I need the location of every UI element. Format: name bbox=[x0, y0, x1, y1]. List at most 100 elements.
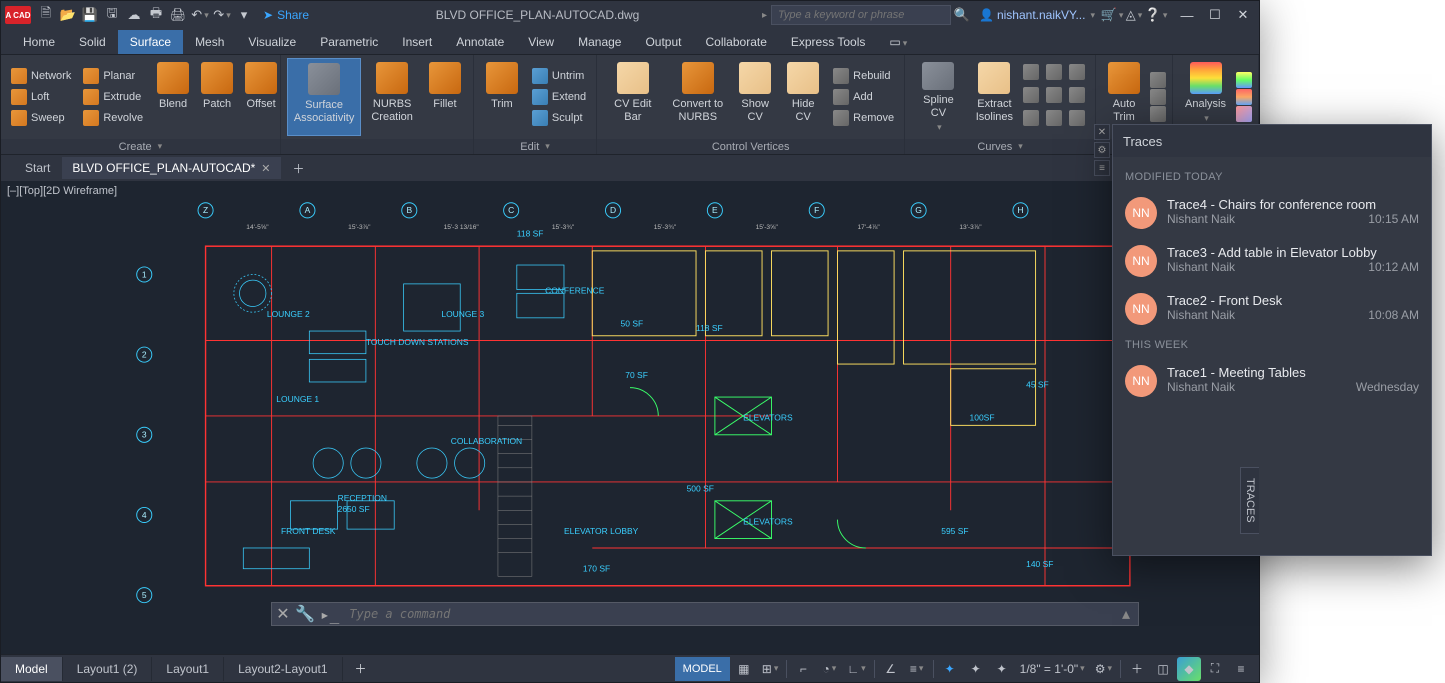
file-tab-active[interactable]: BLVD OFFICE_PLAN-AUTOCAD* ✕ bbox=[62, 157, 280, 179]
command-input[interactable] bbox=[343, 607, 1114, 621]
curve-tool-icon[interactable] bbox=[1069, 64, 1085, 80]
menu-tab-parametric[interactable]: Parametric bbox=[308, 30, 390, 54]
customize-icon[interactable]: ≡ bbox=[1229, 657, 1253, 681]
quickprops-icon[interactable]: ◫ bbox=[1151, 657, 1175, 681]
curve-tool-icon[interactable] bbox=[1069, 87, 1085, 103]
curve-tool-icon[interactable] bbox=[1046, 87, 1062, 103]
rebuild-button[interactable]: Rebuild bbox=[829, 66, 898, 86]
autodesk-icon[interactable]: ◬▾ bbox=[1123, 4, 1145, 26]
maximize-button[interactable]: ☐ bbox=[1203, 4, 1227, 26]
trace-item[interactable]: NNTrace4 - Chairs for conference roomNis… bbox=[1121, 189, 1423, 237]
iso2-icon[interactable]: ✦ bbox=[964, 657, 988, 681]
show-cv-button[interactable]: Show CV bbox=[733, 58, 777, 136]
menu-tab-express-tools[interactable]: Express Tools bbox=[779, 30, 877, 54]
snap-icon[interactable]: ⊞▾ bbox=[758, 657, 783, 681]
menu-overflow-icon[interactable]: ▭▾ bbox=[877, 30, 919, 54]
cmd-expand-icon[interactable]: ▴ bbox=[1114, 604, 1138, 624]
search-arrow-icon[interactable]: ▸ bbox=[758, 10, 771, 21]
remove-button[interactable]: Remove bbox=[829, 108, 898, 128]
sweep-button[interactable]: Sweep bbox=[7, 108, 75, 128]
grid-icon[interactable]: ▦ bbox=[732, 657, 756, 681]
qat-print-icon[interactable]: 🖨 bbox=[167, 4, 189, 26]
revolve-button[interactable]: Revolve bbox=[79, 108, 147, 128]
help-icon[interactable]: ❔▾ bbox=[1145, 4, 1167, 26]
curve-tool-icon[interactable] bbox=[1023, 64, 1039, 80]
menu-tab-visualize[interactable]: Visualize bbox=[236, 30, 308, 54]
proj-tool-icon[interactable] bbox=[1150, 72, 1166, 88]
qat-more-icon[interactable]: ▾ bbox=[233, 4, 255, 26]
blend-button[interactable]: Blend bbox=[151, 58, 195, 136]
sculpt-button[interactable]: Sculpt bbox=[528, 108, 590, 128]
qat-undo-icon[interactable]: ↶▾ bbox=[189, 4, 211, 26]
menu-tab-home[interactable]: Home bbox=[11, 30, 67, 54]
panel-gear-icon[interactable]: ⚙ bbox=[1094, 142, 1110, 158]
qat-redo-icon[interactable]: ↷▾ bbox=[211, 4, 233, 26]
loft-button[interactable]: Loft bbox=[7, 87, 75, 107]
spline-cv-button[interactable]: Spline CV▾ bbox=[911, 58, 966, 136]
viewport-controls[interactable]: [–][Top][2D Wireframe] bbox=[7, 185, 117, 197]
minimize-button[interactable]: — bbox=[1175, 4, 1199, 26]
layout-tab[interactable]: Layout1 (2) bbox=[63, 657, 153, 681]
convert-nurbs-button[interactable]: Convert to NURBS bbox=[666, 58, 729, 136]
add-button[interactable]: Add bbox=[829, 87, 898, 107]
qat-plot-icon[interactable]: 🖶 bbox=[145, 4, 167, 26]
navtool-icon[interactable]: ◆ bbox=[1177, 657, 1201, 681]
curve-tool-icon[interactable] bbox=[1023, 110, 1039, 126]
hide-cv-button[interactable]: Hide CV bbox=[781, 58, 825, 136]
layout-tab[interactable]: Model bbox=[1, 657, 63, 681]
close-button[interactable]: ✕ bbox=[1231, 4, 1255, 26]
curve-tool-icon[interactable] bbox=[1046, 64, 1062, 80]
proj-tool-icon[interactable] bbox=[1150, 89, 1166, 105]
offset-button[interactable]: Offset bbox=[239, 58, 283, 136]
share-button[interactable]: ➤ Share bbox=[255, 8, 317, 22]
panel-close-icon[interactable]: ✕ bbox=[1094, 124, 1110, 140]
cmd-close-icon[interactable]: ✕ bbox=[272, 604, 294, 624]
cmd-config-icon[interactable]: 🔧 bbox=[294, 604, 316, 624]
trace-item[interactable]: NNTrace3 - Add table in Elevator LobbyNi… bbox=[1121, 237, 1423, 285]
iso3-icon[interactable]: ✦ bbox=[990, 657, 1014, 681]
add-layout-button[interactable]: ＋ bbox=[343, 660, 379, 677]
curve-tool-icon[interactable] bbox=[1046, 110, 1062, 126]
floorplan-drawing[interactable]: ZABCDEFGH 12345 14'-5⅝"15'-3⅞"15'-3 13/1… bbox=[9, 199, 1251, 614]
trace-item[interactable]: NNTrace1 - Meeting TablesNishant NaikWed… bbox=[1121, 357, 1423, 405]
qat-new-icon[interactable]: 🗎 bbox=[35, 4, 57, 26]
close-tab-icon[interactable]: ✕ bbox=[261, 162, 270, 175]
panel-menu-icon[interactable]: ≡ bbox=[1094, 160, 1110, 176]
menu-tab-annotate[interactable]: Annotate bbox=[444, 30, 516, 54]
menu-tab-manage[interactable]: Manage bbox=[566, 30, 633, 54]
menu-tab-solid[interactable]: Solid bbox=[67, 30, 118, 54]
trace-item[interactable]: NNTrace2 - Front DeskNishant Naik10:08 A… bbox=[1121, 285, 1423, 333]
cleanscreen-icon[interactable]: ⛶ bbox=[1203, 657, 1227, 681]
menu-tab-surface[interactable]: Surface bbox=[118, 30, 183, 54]
surface-associativity-button[interactable]: Surface Associativity bbox=[287, 58, 362, 136]
cv-edit-bar-button[interactable]: CV Edit Bar bbox=[603, 58, 662, 136]
scale-display[interactable]: 1/8" = 1'-0"▾ bbox=[1016, 657, 1089, 681]
file-tab-start[interactable]: Start bbox=[15, 157, 60, 179]
new-tab-button[interactable]: ＋ bbox=[283, 156, 315, 181]
extrude-button[interactable]: Extrude bbox=[79, 87, 147, 107]
polar-icon[interactable]: ◔▾ bbox=[817, 657, 841, 681]
patch-button[interactable]: Patch bbox=[195, 58, 239, 136]
proj-tool-icon[interactable] bbox=[1150, 106, 1166, 122]
modelspace-toggle[interactable]: MODEL bbox=[675, 657, 730, 681]
qat-saveas-icon[interactable]: 🖫 bbox=[101, 4, 123, 26]
menu-tab-output[interactable]: Output bbox=[633, 30, 693, 54]
command-line[interactable]: ✕ 🔧 ▸_ ▴ bbox=[271, 602, 1139, 626]
gear-icon[interactable]: ⚙▾ bbox=[1091, 657, 1116, 681]
plus-icon[interactable]: ＋ bbox=[1125, 657, 1149, 681]
menu-tab-mesh[interactable]: Mesh bbox=[183, 30, 236, 54]
an-tool-icon[interactable] bbox=[1236, 89, 1252, 105]
search-box[interactable] bbox=[771, 5, 951, 25]
cart-icon[interactable]: 🛒▾ bbox=[1101, 4, 1123, 26]
fillet-button[interactable]: Fillet bbox=[423, 58, 467, 136]
menu-tab-collaborate[interactable]: Collaborate bbox=[694, 30, 779, 54]
network-button[interactable]: Network bbox=[7, 66, 75, 86]
untrim-button[interactable]: Untrim bbox=[528, 66, 590, 86]
menu-tab-insert[interactable]: Insert bbox=[390, 30, 444, 54]
search-icon[interactable]: 🔍 bbox=[951, 4, 973, 26]
lineweight-icon[interactable]: ≡▾ bbox=[905, 657, 929, 681]
qat-save-icon[interactable]: 💾 bbox=[79, 4, 101, 26]
viewport[interactable]: [–][Top][2D Wireframe] TRACES ZABCDEFGH … bbox=[1, 181, 1259, 654]
planar-button[interactable]: Planar bbox=[79, 66, 147, 86]
otrack-icon[interactable]: ∠ bbox=[879, 657, 903, 681]
